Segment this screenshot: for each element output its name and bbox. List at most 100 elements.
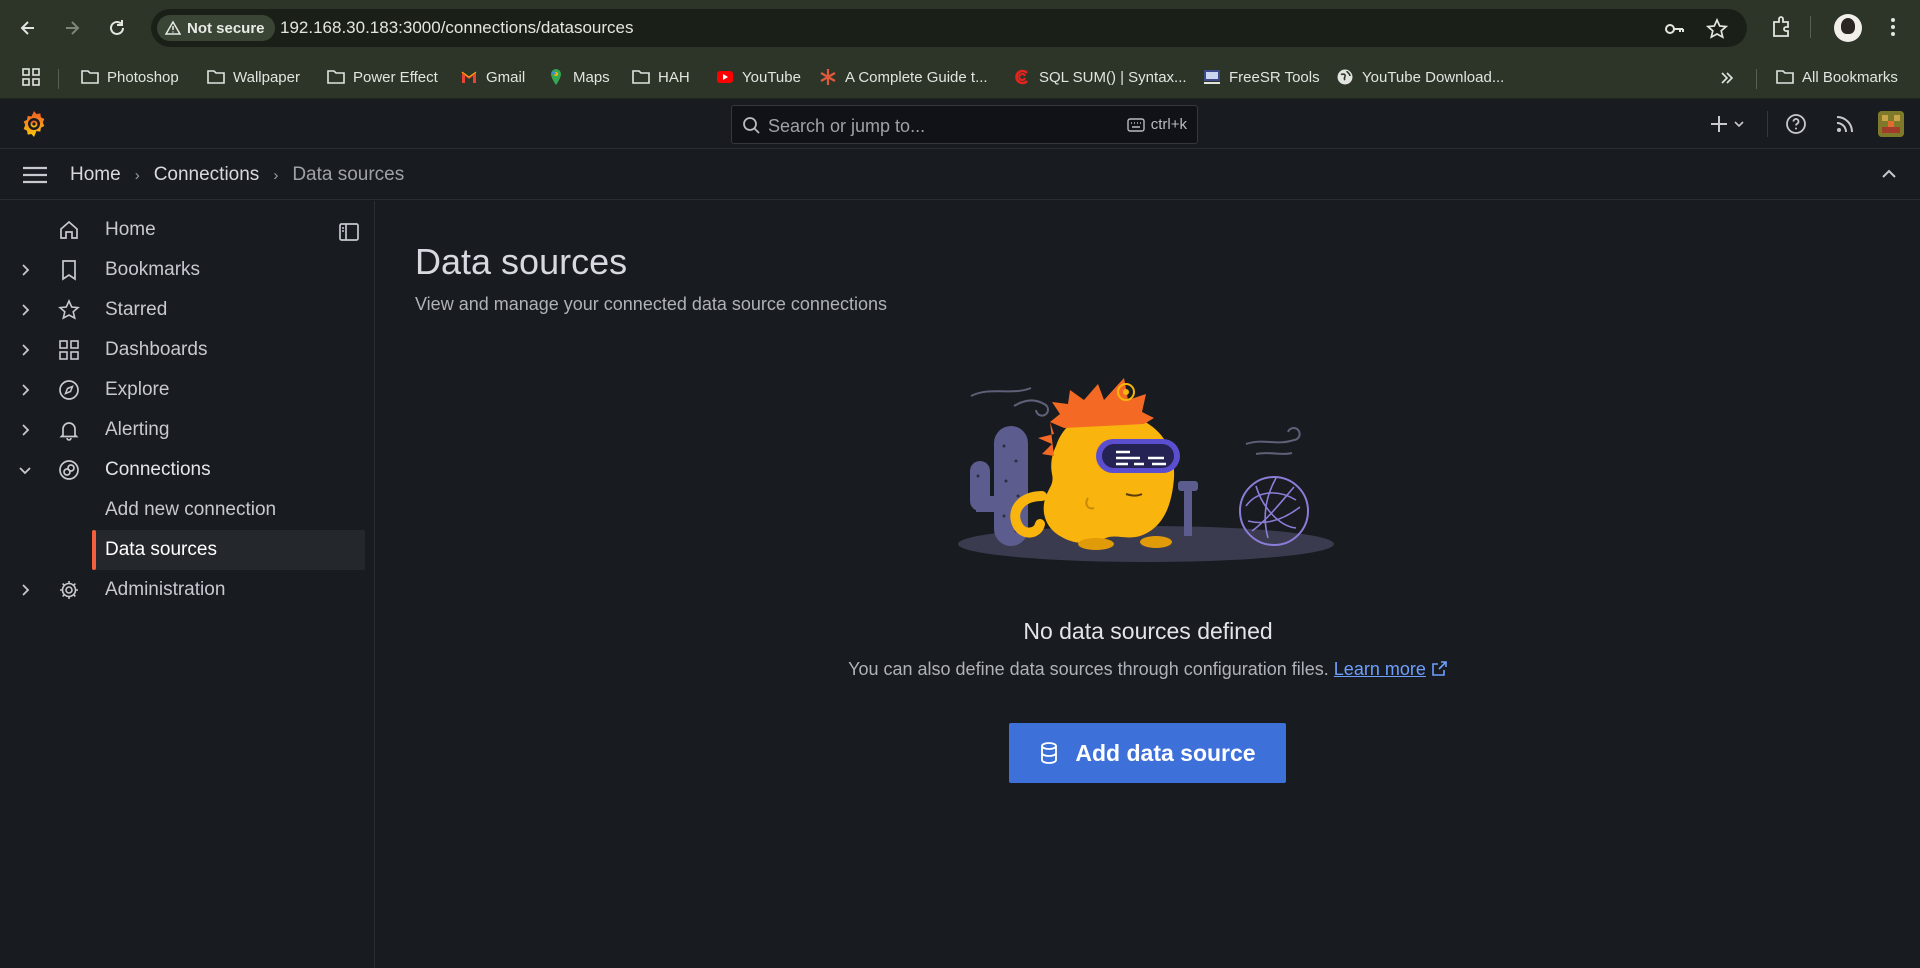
- database-icon: [1041, 742, 1058, 764]
- news-feed-icon[interactable]: [1833, 112, 1857, 136]
- bookmark-icon: [62, 260, 76, 281]
- bookmark-item[interactable]: A Complete Guide t...: [819, 66, 988, 88]
- sidebar-item-label: Dashboards: [105, 339, 208, 360]
- bookmark-label: HAH: [658, 68, 690, 86]
- chevron-right-icon[interactable]: [17, 582, 33, 598]
- breadcrumb-current: Data sources: [292, 164, 405, 185]
- topbar-divider: [1767, 111, 1768, 137]
- bookmark-label: YouTube: [742, 68, 801, 86]
- bookmark-label: A Complete Guide t...: [845, 68, 988, 86]
- sidebar-item-label: Explore: [105, 379, 170, 400]
- bookmark-label: SQL SUM() | Syntax...: [1039, 68, 1187, 86]
- chevron-double-right-icon[interactable]: [1718, 69, 1736, 87]
- sidebar-item-label: Home: [105, 219, 156, 240]
- bookmark-item[interactable]: YouTube Download...: [1336, 66, 1504, 88]
- sidebar-subitem-add-new-connection[interactable]: Add new connection: [92, 490, 365, 530]
- all-bookmarks-button[interactable]: All Bookmarks: [1776, 66, 1898, 88]
- breadcrumb-separator: ›: [134, 166, 140, 184]
- avatar-pattern-icon: [1878, 111, 1904, 137]
- compass-icon: [59, 380, 79, 400]
- breadcrumb-connections[interactable]: Connections: [154, 164, 260, 186]
- chevron-right-icon[interactable]: [17, 422, 33, 438]
- bookmark-item[interactable]: Maps: [547, 66, 610, 88]
- empty-state-title: No data sources defined: [1023, 618, 1273, 644]
- sidebar-item-explore[interactable]: Explore: [0, 370, 365, 410]
- chevron-right-icon[interactable]: [17, 302, 33, 318]
- sidebar-item-dashboards[interactable]: Dashboards: [0, 330, 365, 370]
- profile-avatar[interactable]: [1834, 14, 1862, 42]
- search-shortcut: ctrl+k: [1127, 116, 1187, 133]
- bookmark-item[interactable]: Photoshop: [81, 66, 179, 88]
- bookmark-item[interactable]: YouTube: [716, 66, 801, 88]
- more-vertical-icon[interactable]: [1880, 14, 1906, 40]
- sidebar: Home Bookmarks Starred Dashboards Explor…: [0, 201, 375, 968]
- sidebar-item-home[interactable]: Home: [0, 210, 365, 250]
- grafana-logo-icon[interactable]: [19, 109, 49, 139]
- bookmark-item[interactable]: Power Effect: [327, 66, 438, 88]
- folder-icon: [327, 70, 345, 84]
- bookmark-item[interactable]: HAH: [632, 66, 690, 88]
- freesr-icon: [1204, 70, 1220, 84]
- folder-icon: [81, 70, 99, 84]
- bookmark-label: Maps: [573, 68, 610, 86]
- page-title: Data sources: [415, 241, 628, 282]
- sidebar-item-bookmarks[interactable]: Bookmarks: [0, 250, 365, 290]
- folder-icon: [632, 70, 650, 84]
- bookmark-label: Gmail: [486, 68, 526, 86]
- sidebar-item-alerting[interactable]: Alerting: [0, 410, 365, 450]
- sidebar-subitem-data-sources[interactable]: Data sources: [92, 530, 365, 570]
- forward-button[interactable]: [57, 13, 87, 43]
- gear-icon: [60, 581, 78, 599]
- chevron-right-icon[interactable]: [17, 382, 33, 398]
- learn-more-link[interactable]: Learn more: [1334, 659, 1448, 679]
- sidebar-item-label: Connections: [105, 459, 211, 480]
- security-chip[interactable]: Not secure: [157, 15, 275, 41]
- security-label: Not secure: [187, 19, 265, 37]
- password-key-icon[interactable]: [1663, 18, 1685, 40]
- bookmark-item[interactable]: SQL SUM() | Syntax...: [1013, 66, 1187, 88]
- bookmark-star-icon[interactable]: [1706, 18, 1728, 40]
- extensions-icon[interactable]: [1769, 14, 1795, 40]
- page-subtitle: View and manage your connected data sour…: [415, 294, 887, 314]
- search-bar[interactable]: Search or jump to... ctrl+k: [731, 105, 1198, 144]
- add-data-source-label: Add data source: [1075, 739, 1256, 766]
- sidebar-item-administration[interactable]: Administration: [0, 570, 365, 610]
- folder-icon: [1776, 70, 1794, 84]
- help-icon[interactable]: [1784, 112, 1808, 136]
- sidebar-item-label: Data sources: [105, 539, 217, 560]
- empty-state-text: You can also define data sources through…: [848, 659, 1329, 679]
- keyboard-icon: [1127, 117, 1145, 132]
- bookmark-item[interactable]: FreeSR Tools: [1203, 66, 1320, 88]
- chevron-up-icon[interactable]: [1879, 164, 1899, 184]
- arrow-right-icon: [66, 21, 80, 35]
- reload-button[interactable]: [102, 13, 132, 43]
- menu-icon[interactable]: [22, 165, 48, 185]
- search-shortcut-label: ctrl+k: [1150, 116, 1187, 133]
- chevron-right-icon[interactable]: [17, 262, 33, 278]
- user-avatar[interactable]: [1878, 111, 1904, 137]
- back-button[interactable]: [13, 13, 43, 43]
- sidebar-item-label: Alerting: [105, 419, 170, 440]
- search-icon: [743, 117, 760, 134]
- new-dropdown-button[interactable]: [1709, 112, 1749, 136]
- chevron-right-icon[interactable]: [17, 342, 33, 358]
- breadcrumb-bar: Home › Connections › Data sources: [0, 150, 1920, 200]
- breadcrumb-home[interactable]: Home: [70, 164, 121, 186]
- all-bookmarks-label: All Bookmarks: [1802, 68, 1898, 86]
- bookmark-item[interactable]: Gmail: [460, 66, 525, 88]
- address-bar[interactable]: Not secure 192.168.30.183:3000/connectio…: [151, 9, 1747, 47]
- sidebar-item-label: Administration: [105, 579, 226, 600]
- maps-icon: [551, 69, 561, 85]
- empty-state-description: You can also define data sources through…: [376, 659, 1920, 680]
- apps-grid-icon[interactable]: [22, 68, 40, 86]
- sidebar-item-starred[interactable]: Starred: [0, 290, 365, 330]
- add-data-source-button[interactable]: Add data source: [1009, 723, 1286, 783]
- star-icon: [58, 299, 80, 320]
- sidebar-item-label: Bookmarks: [105, 259, 201, 280]
- chevron-down-icon[interactable]: [17, 462, 33, 478]
- bookmark-item[interactable]: Wallpaper: [207, 66, 300, 88]
- url-text[interactable]: 192.168.30.183:3000/connections/datasour…: [280, 18, 634, 38]
- main-content: Data sources View and manage your connec…: [376, 201, 1920, 968]
- toolbar-divider: [1810, 16, 1811, 38]
- sidebar-item-connections[interactable]: Connections: [0, 450, 365, 490]
